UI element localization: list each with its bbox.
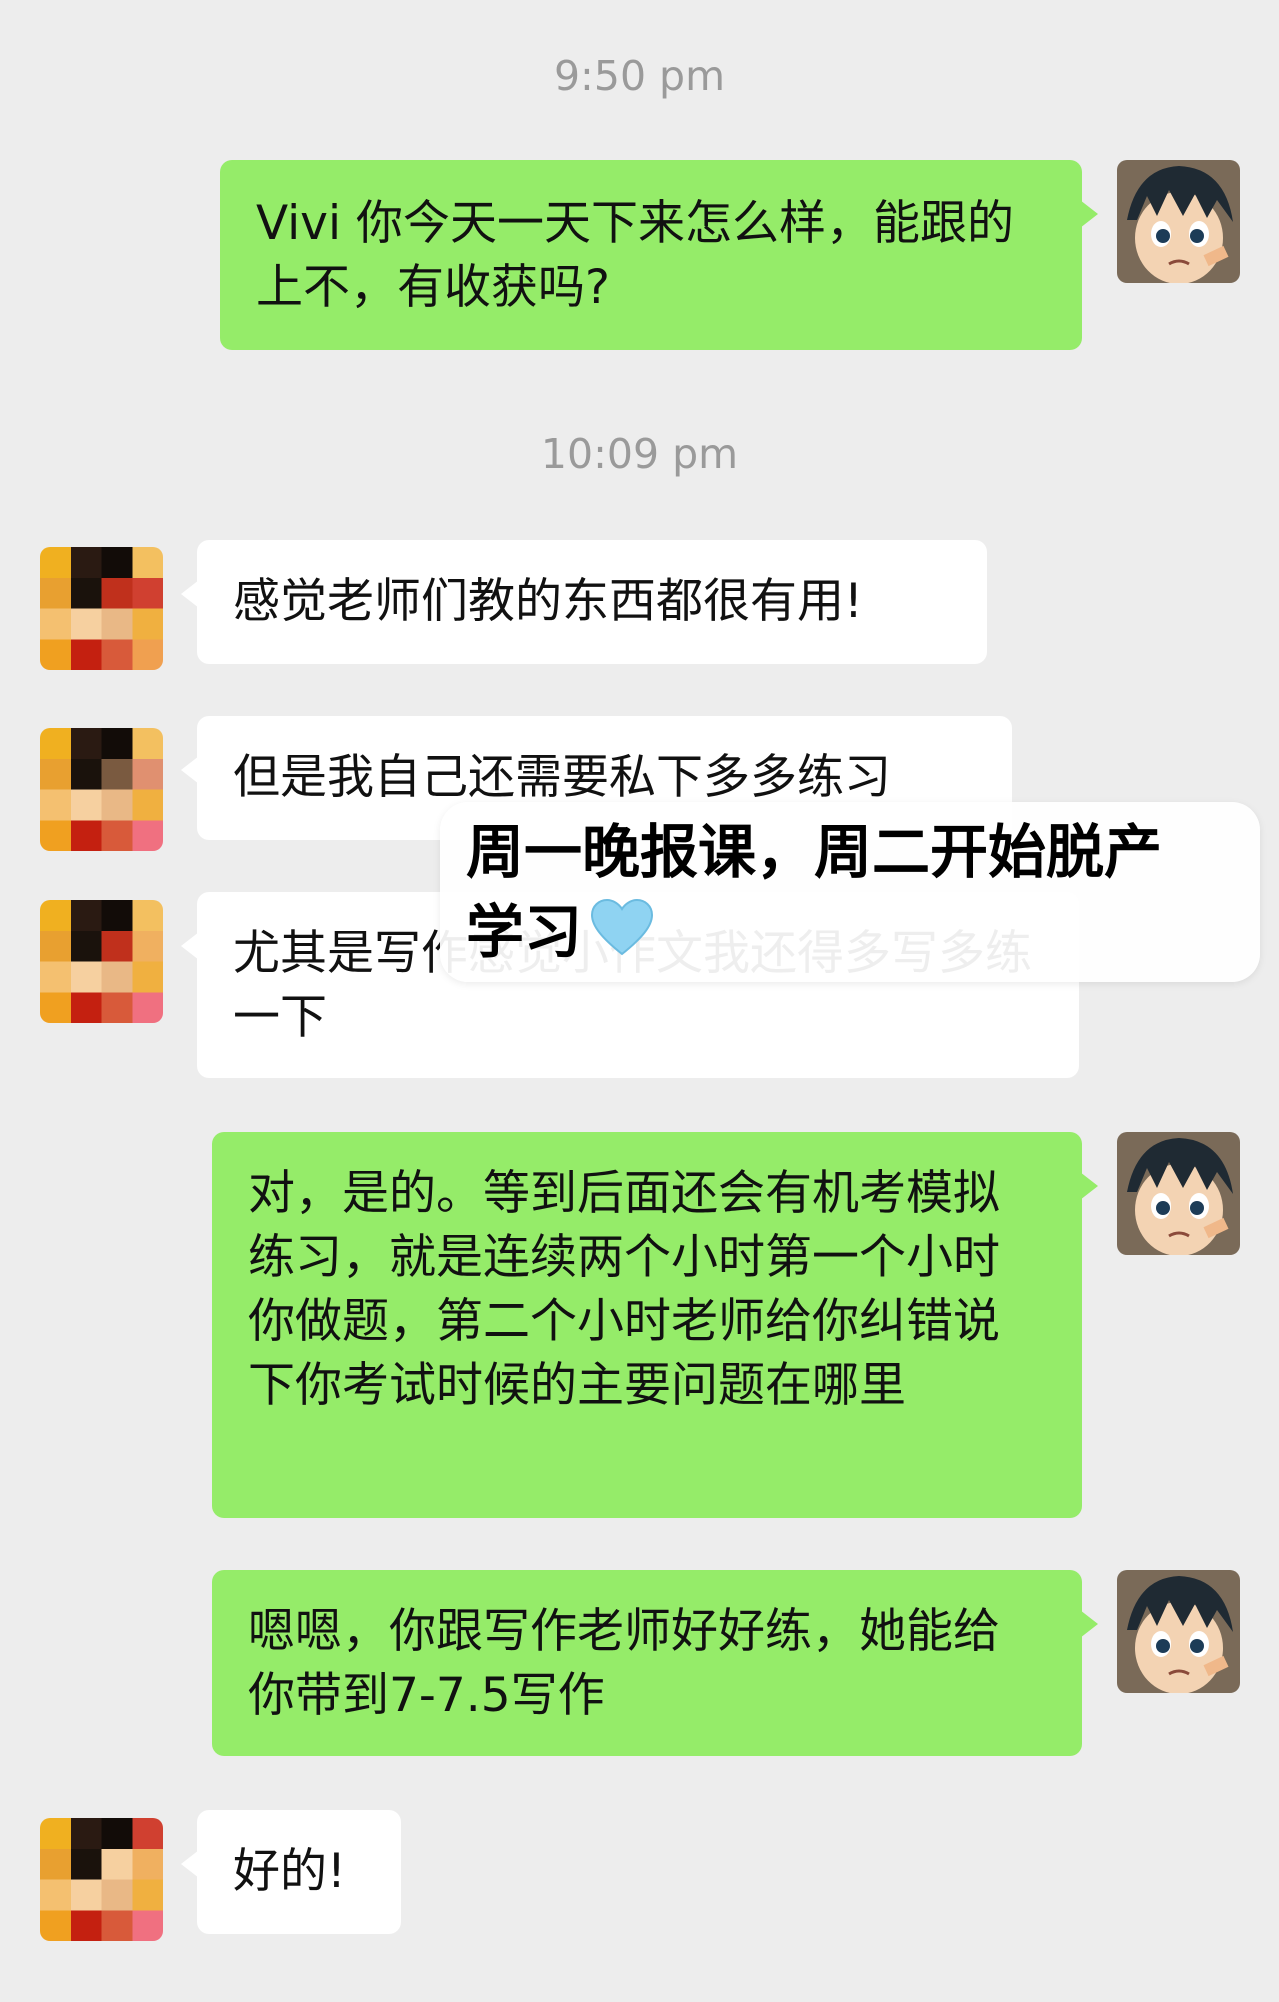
pixelated-avatar-icon: [40, 1818, 163, 1941]
message-text: 嗯嗯，你跟写作老师好好练，她能给你带到7-7.5写作: [248, 1604, 1000, 1723]
message-text: 但是我自己还需要私下多多练习: [233, 750, 891, 805]
timestamp: 9:50 pm: [553, 52, 726, 100]
overlay-caption: 周一晚报课，周二开始脱产 学习: [440, 802, 1260, 982]
message-text: 好的!: [233, 1844, 346, 1899]
pixelated-avatar-icon: [40, 728, 163, 851]
light-blue-heart-icon: [590, 896, 654, 976]
pixelated-avatar-icon: [40, 547, 163, 670]
anime-boy-avatar-icon: [1117, 160, 1240, 283]
my-avatar[interactable]: [1117, 160, 1240, 283]
contact-avatar[interactable]: [40, 1818, 163, 1941]
contact-avatar[interactable]: [40, 547, 163, 670]
message-text: Vivi 你今天一天下来怎么样，能跟的上不，有收获吗?: [256, 196, 1014, 315]
overlay-line: 周一晚报课，周二开始脱产: [466, 818, 1163, 886]
contact-avatar[interactable]: [40, 728, 163, 851]
message-bubble-received[interactable]: 感觉老师们教的东西都很有用!: [181, 540, 987, 664]
message-bubble-received[interactable]: 好的!: [181, 1810, 401, 1934]
message-text: 对，是的。等到后面还会有机考模拟练习，就是连续两个小时第一个小时你做题，第二个小…: [248, 1166, 1000, 1413]
pixelated-avatar-icon: [40, 900, 163, 1023]
overlay-line-with-heart: 学习: [466, 892, 1230, 976]
message-bubble-sent[interactable]: 对，是的。等到后面还会有机考模拟练习，就是连续两个小时第一个小时你做题，第二个小…: [212, 1132, 1098, 1518]
contact-avatar[interactable]: [40, 900, 163, 1023]
message-bubble-sent[interactable]: Vivi 你今天一天下来怎么样，能跟的上不，有收获吗?: [220, 160, 1098, 350]
timestamp: 10:09 pm: [540, 430, 739, 478]
anime-boy-avatar-icon: [1117, 1132, 1240, 1255]
message-text: 感觉老师们教的东西都很有用!: [233, 574, 863, 629]
message-bubble-sent[interactable]: 嗯嗯，你跟写作老师好好练，她能给你带到7-7.5写作: [212, 1570, 1098, 1756]
anime-boy-avatar-icon: [1117, 1570, 1240, 1693]
my-avatar[interactable]: [1117, 1570, 1240, 1693]
overlay-line: 学习: [466, 898, 583, 966]
my-avatar[interactable]: [1117, 1132, 1240, 1255]
